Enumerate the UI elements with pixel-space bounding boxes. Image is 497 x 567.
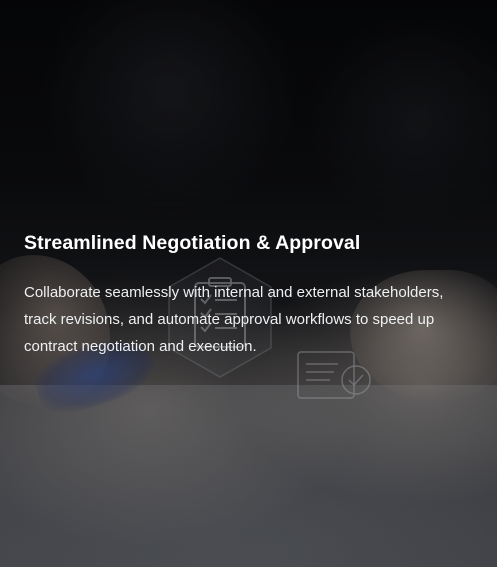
card-description: Collaborate seamlessly with internal and… bbox=[24, 284, 444, 355]
feature-card: Streamlined Negotiation & Approval Colla… bbox=[0, 0, 497, 567]
card-content: Streamlined Negotiation & Approval Colla… bbox=[24, 229, 474, 360]
card-title: Streamlined Negotiation & Approval bbox=[24, 232, 361, 254]
